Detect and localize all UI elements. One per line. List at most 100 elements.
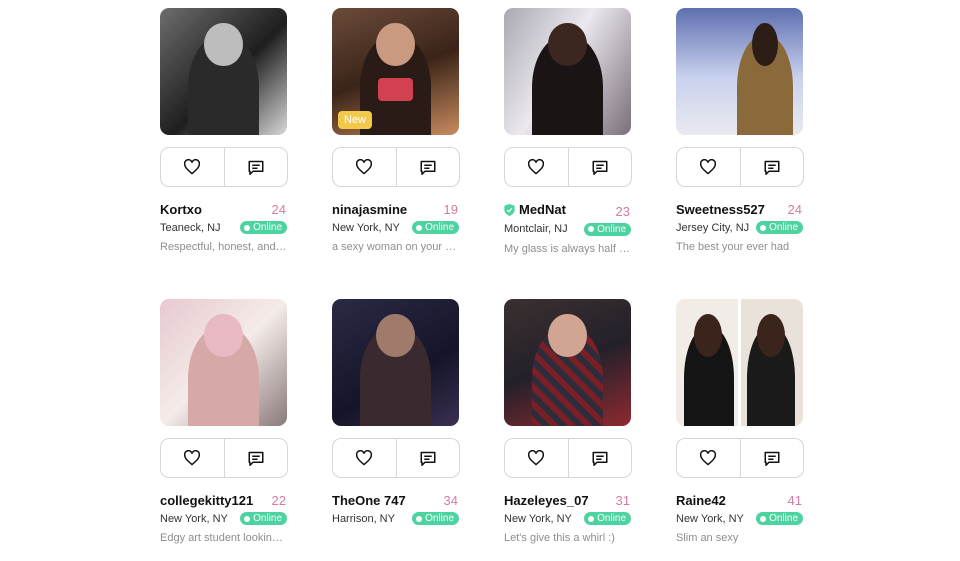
age: 24	[787, 202, 802, 217]
profile-card: Sweetness527 24 Jersey City, NJ Online T…	[676, 8, 804, 253]
heart-icon	[700, 159, 717, 175]
online-label: Online	[597, 223, 626, 235]
chat-icon	[248, 451, 264, 466]
username[interactable]: collegekitty121	[160, 493, 253, 508]
online-badge: Online	[584, 222, 631, 236]
online-label: Online	[425, 222, 454, 233]
profile-photo[interactable]	[332, 299, 459, 426]
photo-face	[693, 314, 722, 358]
username[interactable]: ninajasmine	[332, 202, 407, 217]
username[interactable]: Raine42	[676, 493, 726, 508]
message-button[interactable]	[739, 439, 804, 477]
photo-face	[548, 23, 587, 67]
photo-face	[204, 23, 243, 67]
online-dot-icon	[760, 224, 767, 231]
profile-card: Hazeleyes_07 31 New York, NY Online Let'…	[504, 299, 632, 544]
age: 24	[271, 202, 286, 217]
profile-card: collegekitty121 22 New York, NY Online E…	[160, 299, 288, 544]
username-text: Raine42	[676, 493, 726, 508]
bio: a sexy woman on your a…	[332, 241, 459, 253]
location: Teaneck, NJ	[160, 221, 221, 234]
photo-top	[377, 77, 414, 101]
message-button[interactable]	[223, 439, 288, 477]
online-dot-icon	[760, 515, 767, 522]
profile-photo[interactable]	[160, 299, 287, 426]
profile-card: MedNat 23 Montclair, NJ Online My glass …	[504, 8, 632, 255]
like-button[interactable]	[161, 148, 224, 186]
message-button[interactable]	[739, 148, 804, 186]
username[interactable]: MedNat	[504, 202, 566, 217]
message-button[interactable]	[395, 148, 460, 186]
new-badge: New	[338, 111, 373, 129]
shield-check-icon	[504, 203, 515, 216]
message-button[interactable]	[223, 148, 288, 186]
username[interactable]: Kortxo	[160, 202, 202, 217]
chat-icon	[420, 451, 436, 466]
heart-icon	[528, 450, 545, 466]
username-text: Sweetness527	[676, 202, 765, 217]
username[interactable]: Sweetness527	[676, 202, 765, 217]
profile-photo[interactable]	[676, 8, 803, 135]
card-actions	[676, 438, 804, 478]
chat-icon	[764, 451, 780, 466]
age: 19	[443, 202, 458, 217]
like-button[interactable]	[677, 439, 740, 477]
heart-icon	[528, 159, 545, 175]
heart-icon	[356, 450, 373, 466]
bio: Edgy art student looking…	[160, 532, 287, 544]
like-button[interactable]	[333, 439, 396, 477]
online-dot-icon	[416, 224, 423, 231]
like-button[interactable]	[333, 148, 396, 186]
profile-card: Kortxo 24 Teaneck, NJ Online Respectful,…	[160, 8, 288, 253]
username-text: TheOne 747	[332, 493, 406, 508]
online-badge: Online	[240, 512, 287, 525]
username[interactable]: Hazeleyes_07	[504, 493, 589, 508]
age: 22	[271, 493, 286, 508]
like-button[interactable]	[505, 148, 568, 186]
heart-icon	[700, 450, 717, 466]
profile-photo[interactable]	[160, 8, 287, 135]
message-button[interactable]	[395, 439, 460, 477]
like-button[interactable]	[677, 148, 740, 186]
card-actions	[504, 147, 632, 187]
message-button[interactable]	[567, 439, 632, 477]
online-label: Online	[769, 222, 798, 233]
online-label: Online	[253, 222, 282, 233]
like-button[interactable]	[161, 439, 224, 477]
location: New York, NY	[504, 512, 572, 525]
online-label: Online	[597, 513, 626, 524]
photo-face	[376, 314, 415, 358]
profile-photo[interactable]	[504, 8, 631, 135]
card-actions	[332, 147, 460, 187]
bio: Slim an sexy	[676, 532, 739, 544]
message-button[interactable]	[567, 148, 632, 186]
bio: The best your ever had	[676, 241, 790, 253]
profile-card: Raine42 41 New York, NY Online Slim an s…	[676, 299, 804, 544]
username-text: Kortxo	[160, 202, 202, 217]
profile-card: TheOne 747 34 Harrison, NY Online	[332, 299, 460, 532]
online-badge: Online	[756, 512, 803, 525]
bio: Respectful, honest, and …	[160, 241, 287, 253]
card-actions	[504, 438, 632, 478]
online-dot-icon	[416, 515, 423, 522]
like-button[interactable]	[505, 439, 568, 477]
photo-face	[752, 23, 778, 67]
username-text: collegekitty121	[160, 493, 254, 508]
chat-icon	[248, 160, 264, 175]
age: 23	[615, 203, 630, 219]
chat-icon	[592, 451, 608, 466]
online-dot-icon	[244, 515, 251, 522]
heart-icon	[184, 450, 201, 466]
profile-photo[interactable]	[504, 299, 631, 426]
location: New York, NY	[332, 221, 400, 234]
age: 34	[443, 493, 458, 508]
profile-photo[interactable]	[676, 299, 803, 426]
online-badge: Online	[240, 221, 287, 234]
online-badge: Online	[412, 221, 459, 234]
online-dot-icon	[244, 224, 251, 231]
profile-photo[interactable]: New	[332, 8, 459, 135]
profile-card: New ninajasmine 19 New York, NY Online a…	[332, 8, 460, 253]
heart-icon	[184, 159, 201, 175]
username[interactable]: TheOne 747	[332, 493, 406, 508]
location: New York, NY	[676, 512, 744, 525]
